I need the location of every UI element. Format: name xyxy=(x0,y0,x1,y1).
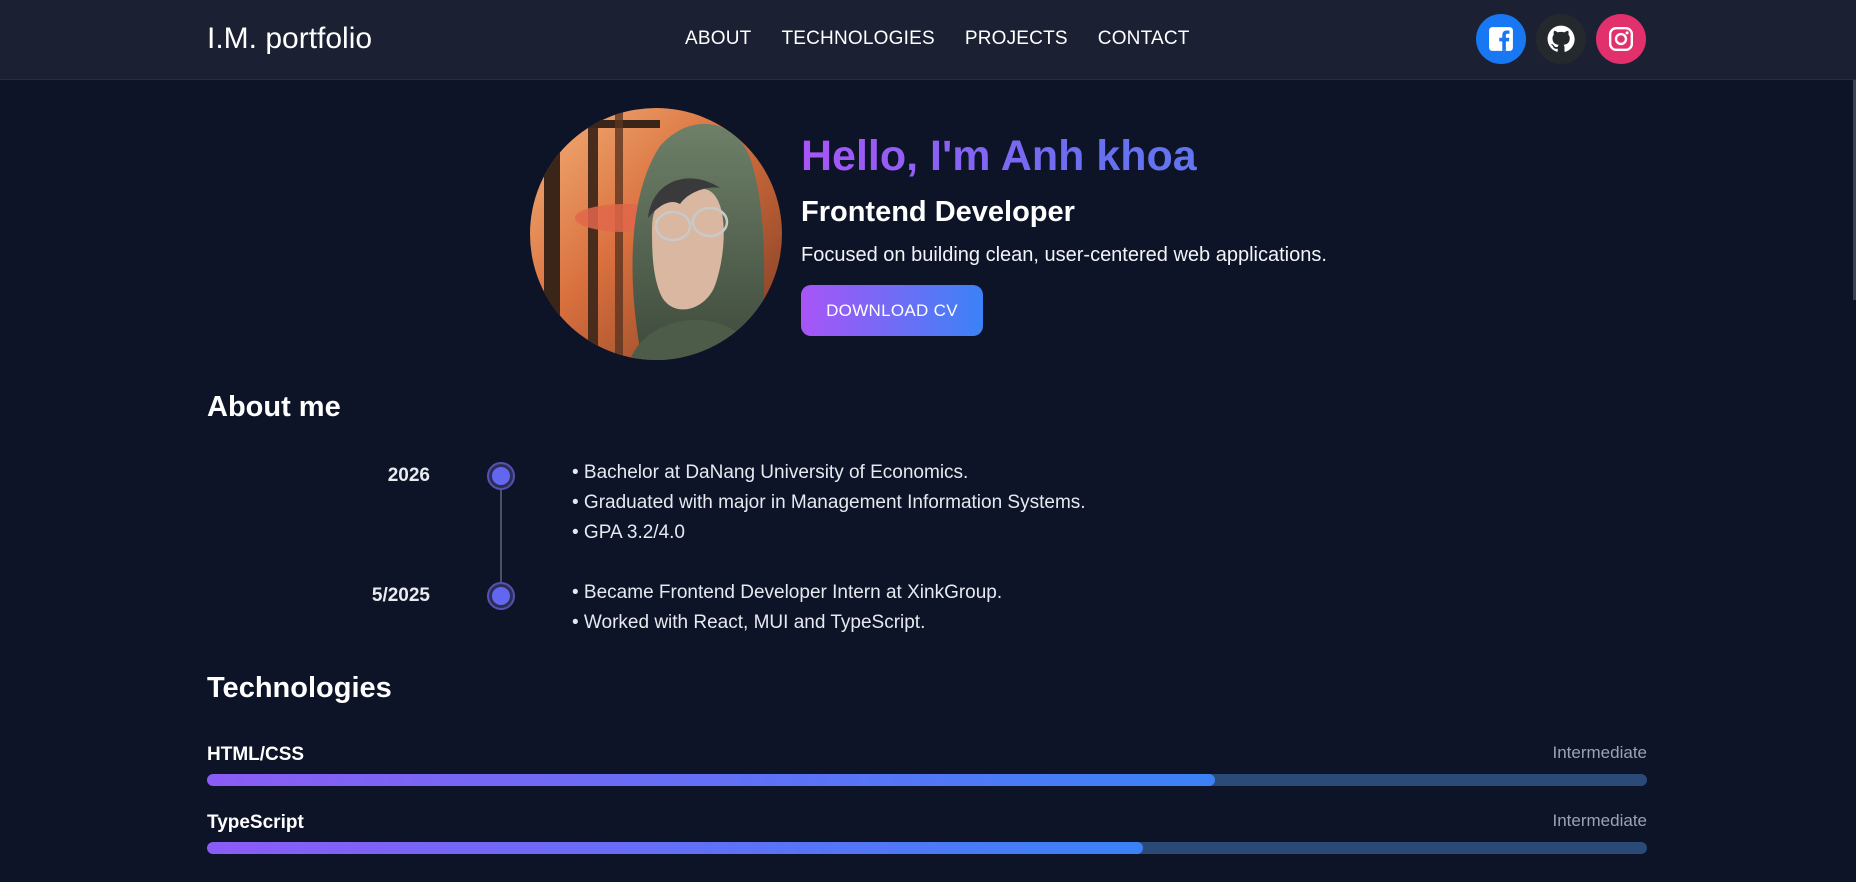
skill-level: Intermediate xyxy=(1552,743,1648,762)
facebook-button[interactable] xyxy=(1476,14,1526,64)
timeline-dot xyxy=(487,582,515,610)
download-cv-button[interactable]: DOWNLOAD CV xyxy=(801,285,983,336)
nav-link-projects[interactable]: PROJECTS xyxy=(965,28,1068,50)
skill-level: Intermediate xyxy=(1552,811,1648,830)
timeline-line-text: • GPA 3.2/4.0 xyxy=(572,522,685,543)
timeline-line-text: • Graduated with major in Management Inf… xyxy=(572,492,1086,513)
hero-intro: Hello, I'm Anh khoa Frontend Developer F… xyxy=(801,130,1327,268)
top-navbar: I.M. portfolio ABOUT TECHNOLOGIES PROJEC… xyxy=(0,0,1856,80)
about-section-title: About me xyxy=(207,391,341,423)
nav-link-contact[interactable]: CONTACT xyxy=(1098,28,1190,50)
profile-photo xyxy=(530,108,782,360)
timeline-entry-education: • Bachelor at DaNang University of Econo… xyxy=(572,458,1086,548)
github-button[interactable] xyxy=(1536,14,1586,64)
hero-tagline: Focused on building clean, user-centered… xyxy=(801,244,1327,266)
skill-progress-fill xyxy=(207,774,1215,786)
main-nav: ABOUT TECHNOLOGIES PROJECTS CONTACT xyxy=(685,28,1190,50)
hero-greeting: Hello, I'm Anh khoa xyxy=(801,130,1327,182)
skill-name: TypeScript xyxy=(207,812,304,833)
timeline-dot xyxy=(487,462,515,490)
instagram-icon xyxy=(1608,26,1634,52)
social-links xyxy=(1476,14,1646,64)
skill-progress-fill xyxy=(207,842,1143,854)
timeline-year: 5/2025 xyxy=(371,585,430,606)
technologies-section-title: Technologies xyxy=(207,672,392,704)
instagram-button[interactable] xyxy=(1596,14,1646,64)
hero-role: Frontend Developer xyxy=(801,196,1075,228)
timeline-connector xyxy=(500,477,502,596)
timeline-line-text: • Bachelor at DaNang University of Econo… xyxy=(572,462,969,483)
nav-link-about[interactable]: ABOUT xyxy=(685,28,751,50)
nav-link-technologies[interactable]: TECHNOLOGIES xyxy=(781,28,934,50)
github-icon xyxy=(1547,25,1575,52)
skill-progress-bar xyxy=(207,774,1647,786)
timeline-year: 2026 xyxy=(387,465,430,486)
brand-logo[interactable]: I.M. portfolio xyxy=(207,22,372,56)
skill-name: HTML/CSS xyxy=(207,744,305,765)
skill-progress-bar xyxy=(207,842,1647,854)
facebook-icon xyxy=(1489,27,1513,51)
timeline-line-text: • Worked with React, MUI and TypeScript. xyxy=(572,612,926,633)
timeline-entry-internship: • Became Frontend Developer Intern at Xi… xyxy=(572,578,1002,638)
timeline-line-text: • Became Frontend Developer Intern at Xi… xyxy=(572,582,1003,603)
profile-avatar xyxy=(530,108,782,360)
